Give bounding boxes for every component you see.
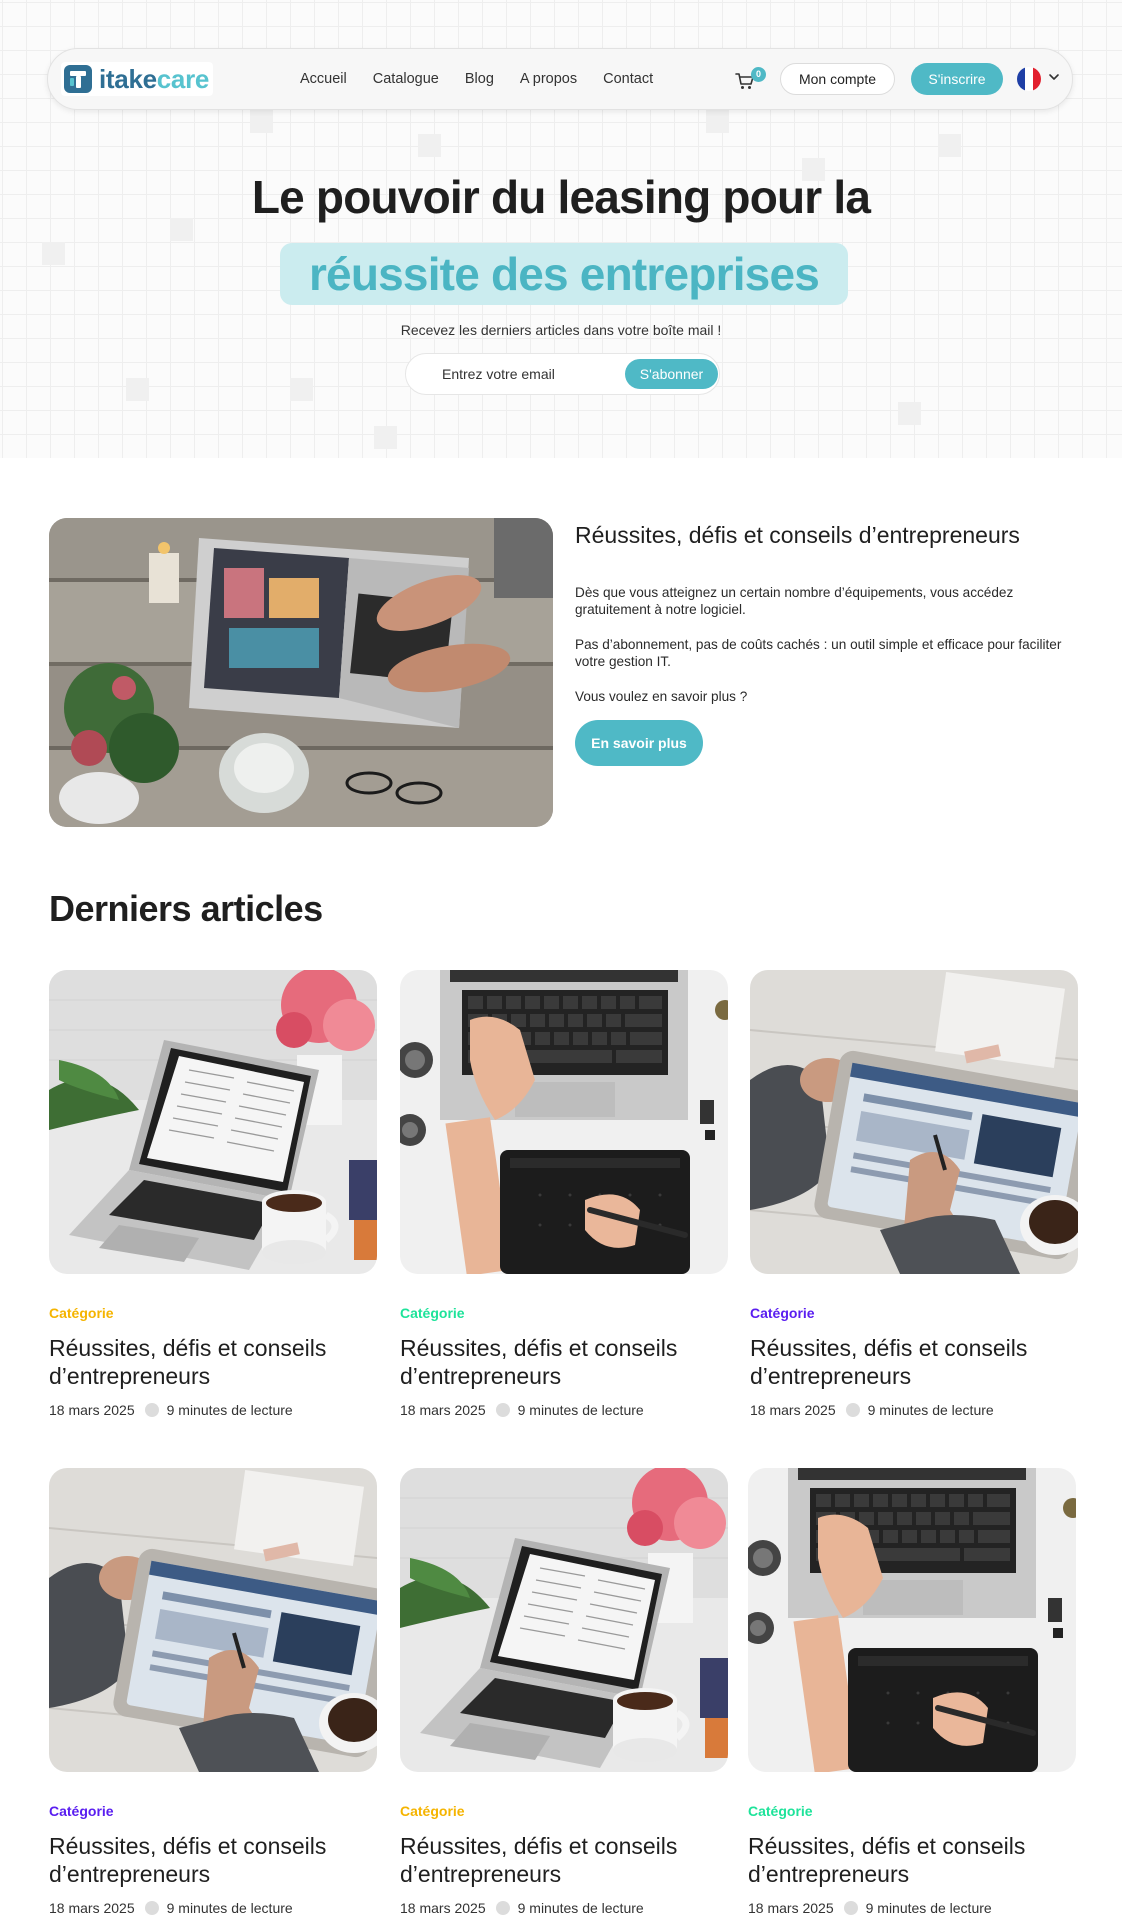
article-card[interactable]: Catégorie Réussites, défis et conseils d’…: [400, 1468, 728, 1916]
article-read-time: 9 minutes de lecture: [867, 1402, 994, 1418]
separator-dot-icon: [845, 1403, 860, 1417]
separator-dot-icon: [495, 1403, 510, 1417]
cart-button[interactable]: 0: [735, 67, 766, 93]
article-date: 18 mars 2025: [750, 1402, 836, 1418]
article-title[interactable]: Réussites, défis et conseils d’entrepren…: [750, 1334, 1078, 1390]
article-category[interactable]: Catégorie: [750, 1305, 1078, 1321]
article-date: 18 mars 2025: [49, 1402, 135, 1418]
signup-button[interactable]: S'inscrire: [911, 63, 1003, 95]
article-meta: 18 mars 2025 9 minutes de lecture: [400, 1402, 728, 1418]
nav-link-catalogue[interactable]: Catalogue: [373, 71, 439, 87]
nav-link-a-propos[interactable]: A propos: [520, 71, 577, 87]
logo-text: itakecare: [99, 63, 210, 94]
hero-title-highlight: réussite des entreprises: [280, 243, 848, 305]
logo-mark-icon: [64, 65, 92, 93]
separator-dot-icon: [843, 1901, 858, 1915]
feature-image: [49, 518, 553, 827]
article-title[interactable]: Réussites, défis et conseils d’entrepren…: [49, 1832, 377, 1888]
email-input[interactable]: [406, 354, 626, 394]
article-meta: 18 mars 2025 9 minutes de lecture: [748, 1900, 1076, 1916]
separator-dot-icon: [495, 1901, 510, 1915]
article-meta: 18 mars 2025 9 minutes de lecture: [49, 1402, 377, 1418]
nav-links: Accueil Catalogue Blog A propos Contact: [300, 49, 679, 109]
article-card[interactable]: Catégorie Réussites, défis et conseils d’…: [748, 1468, 1076, 1916]
article-category[interactable]: Catégorie: [400, 1305, 728, 1321]
article-meta: 18 mars 2025 9 minutes de lecture: [49, 1900, 377, 1916]
article-read-time: 9 minutes de lecture: [517, 1402, 644, 1418]
feature-paragraph: Dès que vous atteignez un certain nombre…: [575, 585, 1014, 617]
feature-paragraph: Pas d’abonnement, pas de coûts cachés : …: [575, 637, 1062, 669]
article-date: 18 mars 2025: [49, 1900, 135, 1916]
chevron-down-icon: [1049, 74, 1059, 80]
article-card[interactable]: Catégorie Réussites, défis et conseils d’…: [400, 970, 728, 1418]
separator-dot-icon: [144, 1901, 159, 1915]
article-date: 18 mars 2025: [400, 1900, 486, 1916]
article-title[interactable]: Réussites, défis et conseils d’entrepren…: [748, 1832, 1076, 1888]
article-image[interactable]: [49, 1468, 377, 1772]
article-date: 18 mars 2025: [400, 1402, 486, 1418]
article-read-time: 9 minutes de lecture: [166, 1402, 293, 1418]
nav-link-accueil[interactable]: Accueil: [300, 71, 347, 87]
article-card[interactable]: Catégorie Réussites, défis et conseils d’…: [49, 970, 377, 1418]
logo[interactable]: itakecare: [61, 62, 214, 96]
feature-title: Réussites, défis et conseils d’entrepren…: [575, 522, 1020, 548]
language-selector[interactable]: [1017, 66, 1063, 92]
article-card[interactable]: Catégorie Réussites, défis et conseils d’…: [49, 1468, 377, 1916]
subscribe-button[interactable]: S'abonner: [625, 359, 718, 389]
france-flag-icon: [1017, 67, 1041, 91]
article-title[interactable]: Réussites, défis et conseils d’entrepren…: [400, 1832, 728, 1888]
section-title: Derniers articles: [49, 888, 323, 929]
article-image[interactable]: [748, 1468, 1076, 1772]
article-image[interactable]: [400, 970, 728, 1274]
navbar: itakecare Accueil Catalogue Blog A propo…: [47, 48, 1073, 110]
hero-subtitle: Recevez les derniers articles dans votre…: [400, 322, 722, 338]
subscribe-form: S'abonner: [405, 353, 720, 395]
nav-link-blog[interactable]: Blog: [465, 71, 494, 87]
cart-count-badge: 0: [751, 67, 766, 82]
article-title[interactable]: Réussites, défis et conseils d’entrepren…: [400, 1334, 728, 1390]
article-read-time: 9 minutes de lecture: [517, 1900, 644, 1916]
feature-question: Vous voulez en savoir plus ?: [575, 689, 748, 704]
separator-dot-icon: [144, 1403, 159, 1417]
nav-link-contact[interactable]: Contact: [603, 71, 653, 87]
article-meta: 18 mars 2025 9 minutes de lecture: [400, 1900, 728, 1916]
article-date: 18 mars 2025: [748, 1900, 834, 1916]
article-title[interactable]: Réussites, défis et conseils d’entrepren…: [49, 1334, 377, 1390]
hero-title: Le pouvoir du leasing pour la: [251, 171, 871, 223]
article-card[interactable]: Catégorie Réussites, défis et conseils d’…: [750, 970, 1078, 1418]
article-category[interactable]: Catégorie: [49, 1305, 377, 1321]
article-image[interactable]: [750, 970, 1078, 1274]
article-category[interactable]: Catégorie: [748, 1803, 1076, 1819]
article-category[interactable]: Catégorie: [400, 1803, 728, 1819]
article-meta: 18 mars 2025 9 minutes de lecture: [750, 1402, 1078, 1418]
article-read-time: 9 minutes de lecture: [166, 1900, 293, 1916]
article-image[interactable]: [400, 1468, 728, 1772]
learn-more-button[interactable]: En savoir plus: [575, 720, 703, 766]
article-read-time: 9 minutes de lecture: [865, 1900, 992, 1916]
article-image[interactable]: [49, 970, 377, 1274]
article-category[interactable]: Catégorie: [49, 1803, 377, 1819]
account-button[interactable]: Mon compte: [780, 63, 895, 95]
